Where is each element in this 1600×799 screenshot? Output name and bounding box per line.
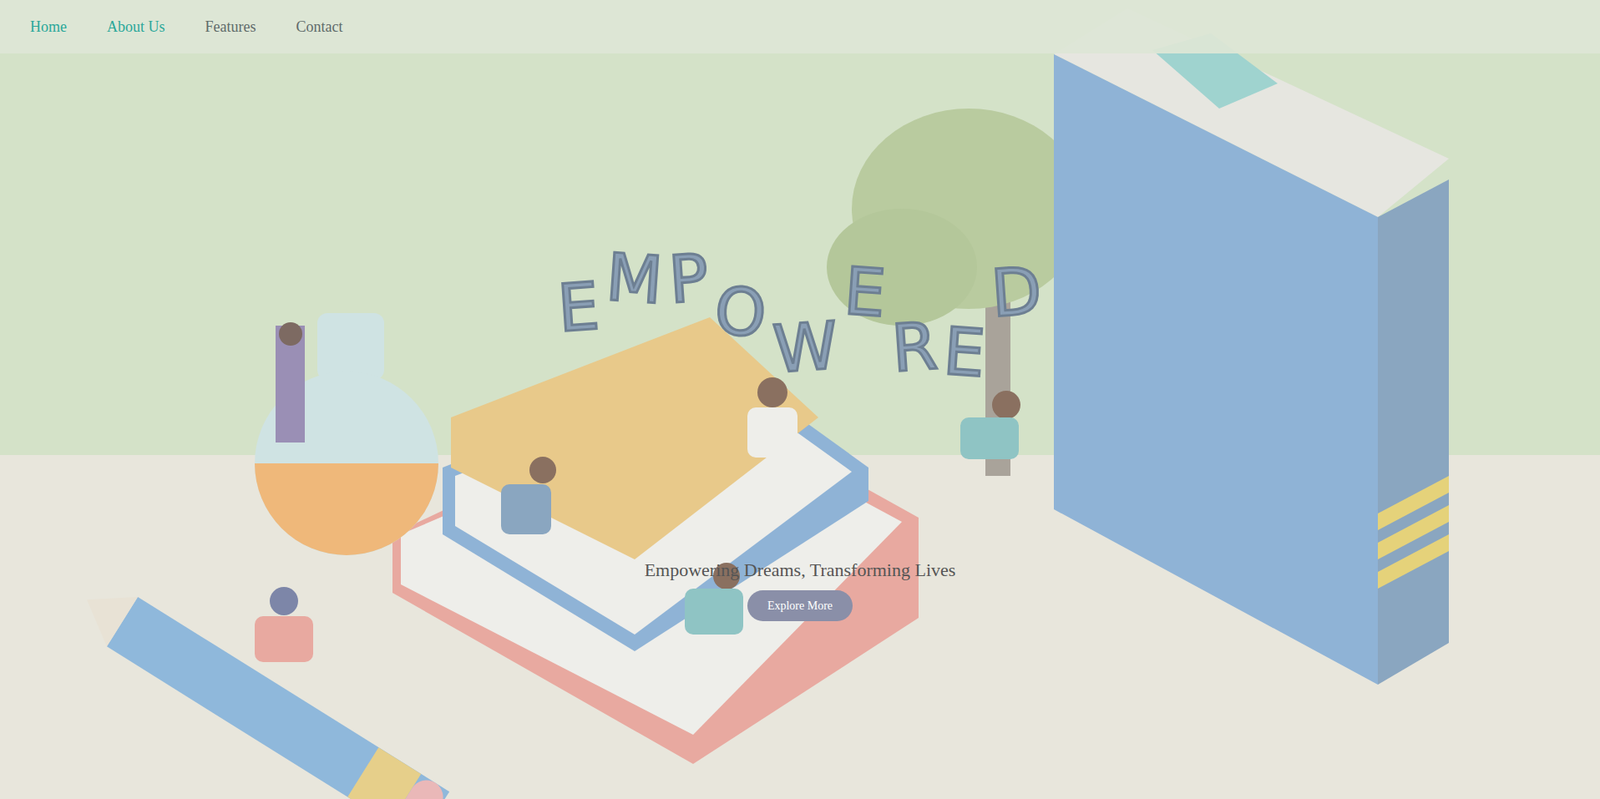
title-letter: D — [985, 252, 1048, 335]
explore-button[interactable]: Explore More — [747, 590, 853, 622]
title-letter: O — [708, 272, 773, 355]
title-letter: W — [766, 306, 843, 390]
title-letter: E — [551, 267, 606, 349]
title-letter: P — [663, 238, 714, 320]
nav-link[interactable]: About Us — [86, 9, 186, 46]
hero-subtitle: Empowering Dreams, Transforming Lives — [644, 556, 957, 584]
title-letter: E — [937, 312, 992, 394]
top-nav: HomeAbout UsFeaturesContact — [0, 0, 1600, 54]
nav-link[interactable]: Home — [10, 9, 87, 46]
title-letter: E — [837, 252, 892, 334]
title-letter: R — [886, 307, 944, 390]
nav-link[interactable]: Features — [185, 9, 277, 46]
nav-link[interactable]: Contact — [276, 9, 364, 46]
hero-title: EMPOWERED — [554, 268, 1045, 348]
hero: EMPOWERED Empowering Dreams, Transformin… — [0, 53, 1600, 622]
hero-illustration — [0, 0, 1600, 799]
title-letter: M — [600, 237, 669, 321]
page: HomeAbout UsFeaturesContact EMPOWERED Em… — [0, 0, 1600, 799]
